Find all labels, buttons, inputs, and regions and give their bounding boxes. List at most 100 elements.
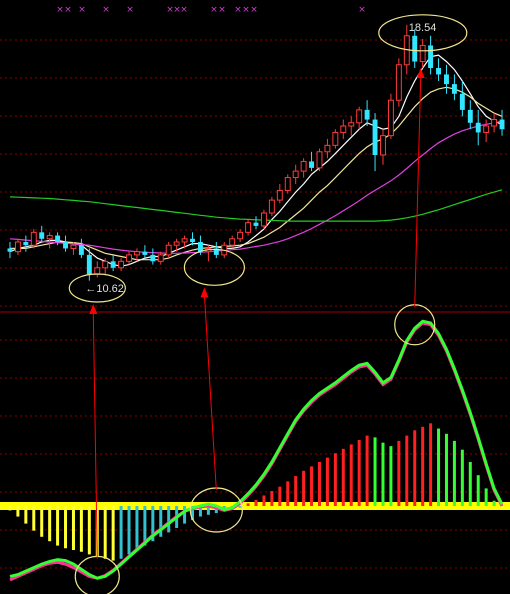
candle-body [428,45,434,68]
histogram-bar [310,466,314,506]
marker-x: × [78,5,86,15]
marker-x: × [218,5,226,15]
histogram-bar [333,453,337,506]
histogram-bar [127,506,131,555]
candle-body [300,160,307,172]
marker-x: × [234,5,242,15]
marker-row: × × × × × × × × × × × × × × [56,5,366,15]
histogram-bar [48,506,52,542]
histogram-bar [238,506,242,508]
candle-body [444,74,449,85]
histogram-bar [87,506,91,555]
chart-canvas: × × × × × × × × × × × × × × ←10.62 18.54 [0,5,510,594]
candle [276,184,283,204]
candle [142,245,148,259]
arrow-head [200,287,209,298]
candle [412,29,418,68]
candle [284,174,291,194]
high-price-label: 18.54 [409,22,437,34]
ma10-line [10,86,503,261]
candle [30,229,37,249]
candle [260,209,267,230]
histogram-bar [413,430,417,506]
candle-body [142,251,148,255]
histogram-bar [317,462,321,506]
histogram-bar [397,440,401,506]
histogram-bar [484,488,488,506]
histogram-bar [468,462,472,506]
histogram-bar [262,495,266,506]
candle [110,254,116,271]
candle-body [78,245,84,255]
candle-body [237,231,244,240]
histogram-bar [64,506,68,549]
candle [237,229,244,242]
candle-body [412,35,418,62]
candle [372,113,378,172]
dea-line [9,321,504,582]
high-arrow [414,68,425,307]
candle [332,129,339,149]
histogram-bar [476,475,480,506]
candle-body [39,232,45,239]
candle [78,238,84,259]
candle [419,39,426,68]
candle-body [181,238,188,243]
candle [387,93,394,139]
histogram-bar [389,446,393,506]
candle-body [7,248,13,252]
histogram-bar [71,506,75,550]
candle [94,261,101,278]
candle-body [46,235,53,240]
candle [444,64,449,94]
candle [364,100,370,126]
histogram-bar [56,506,60,546]
histogram-bar [429,423,433,506]
histogram-bar [460,449,464,506]
candle-body [364,109,370,120]
histogram-bar [270,491,274,506]
histogram-bar [341,448,345,506]
candle-body [451,84,457,94]
histogram-bar [246,503,250,506]
candle-body [150,254,156,262]
arrow-shaft [203,295,217,491]
candle-body [268,199,275,214]
candle-body [86,254,92,275]
candle-body [229,238,236,246]
marker-x: × [64,5,72,15]
candle-body [133,251,140,256]
candle-body [284,177,291,191]
candle [300,158,307,178]
candle [316,148,323,172]
candle-body [173,241,180,246]
candle [14,238,21,255]
candle [63,235,68,252]
candle-body [55,235,61,242]
candle [309,151,315,172]
candle-body [475,122,481,133]
histogram-bar [119,506,123,559]
candle-body [372,119,378,155]
candle-body [324,144,331,153]
candle-body [340,125,347,133]
histogram-bar [111,506,115,561]
candle [475,109,481,146]
histogram-bar [452,440,456,506]
candle-body [332,131,339,146]
candle [292,164,299,184]
marker-x: × [250,5,258,15]
histogram-bar [349,444,353,506]
histogram-bar [325,457,329,506]
candle [118,258,125,271]
candle [7,242,13,259]
histogram-bar [16,506,20,517]
candle-body [491,119,498,127]
candle [23,235,29,252]
candle [340,119,347,139]
histogram-bar [444,433,448,506]
candle [39,225,45,242]
histogram-bar [254,499,258,506]
dif-line [9,319,504,580]
histogram-bar [421,426,425,506]
